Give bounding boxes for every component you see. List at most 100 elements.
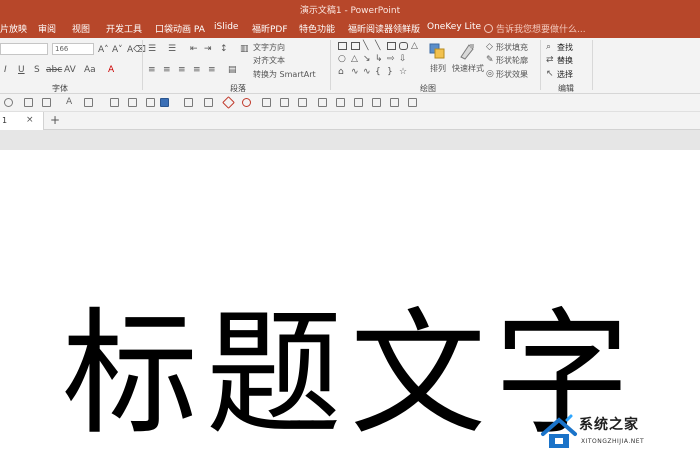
shadow-icon[interactable]: S xyxy=(34,65,40,75)
shape-brace-left-icon[interactable]: { xyxy=(375,67,381,77)
divider xyxy=(540,40,541,90)
shape-triangle-icon[interactable]: △ xyxy=(411,41,418,51)
font-size-box[interactable]: 166 xyxy=(52,43,94,55)
font-color-icon[interactable]: A xyxy=(108,65,114,75)
paragraph-columns-icon[interactable]: ▤ xyxy=(228,65,237,75)
shape-elbow-icon[interactable]: ↘ xyxy=(363,54,371,64)
qat-crop-icon[interactable] xyxy=(204,98,213,107)
bullets-icon[interactable]: ☰ xyxy=(148,44,156,54)
shape-line-icon[interactable]: ╲ xyxy=(363,41,368,51)
align-text-button[interactable]: 对齐文本 xyxy=(253,55,285,66)
qat-diamond-icon[interactable] xyxy=(222,96,235,109)
find-icon[interactable]: ⌕ xyxy=(546,42,551,52)
qat-table-icon[interactable] xyxy=(110,98,119,107)
tab-foxit-reader[interactable]: 福昕阅读器领鲜版 xyxy=(348,22,420,35)
char-spacing-icon[interactable]: AV xyxy=(64,65,76,75)
replace-icon[interactable]: ⇄ xyxy=(546,55,554,65)
shape-freeform-icon[interactable]: ⌂ xyxy=(338,67,344,77)
shape-elbow2-icon[interactable]: ↳ xyxy=(375,54,383,64)
justify-icon[interactable]: ≡ xyxy=(193,65,201,75)
align-center-icon[interactable]: ≡ xyxy=(163,65,171,75)
qat-shape-icon[interactable] xyxy=(4,98,13,107)
underline-icon[interactable]: U xyxy=(18,65,25,75)
select-icon[interactable]: ↖ xyxy=(546,69,554,79)
replace-button[interactable]: 替换 xyxy=(557,55,573,66)
decrease-font-icon[interactable]: A˅ xyxy=(112,45,123,55)
shape-arrow-down-icon[interactable]: ⇩ xyxy=(399,54,407,64)
document-tab[interactable]: 1 × xyxy=(0,112,44,130)
shape-effects-icon[interactable]: ◎ xyxy=(486,69,494,79)
tab-foxit-pdf[interactable]: 福昕PDF xyxy=(252,22,288,35)
qat-tool4-icon[interactable] xyxy=(318,98,327,107)
divider xyxy=(592,40,593,90)
shape-textbox-v-icon[interactable] xyxy=(351,42,360,50)
shape-arrow-right-icon[interactable]: ⇨ xyxy=(387,54,395,64)
change-case-icon[interactable]: Aa xyxy=(84,65,96,75)
qat-color-icon[interactable] xyxy=(160,98,169,107)
columns-icon[interactable]: ▥ xyxy=(240,44,249,54)
shape-triangle2-icon[interactable]: △ xyxy=(351,54,358,64)
find-button[interactable]: 查找 xyxy=(557,42,573,53)
add-tab-icon[interactable]: + xyxy=(50,114,60,126)
qat-font-color-icon[interactable]: A xyxy=(66,98,75,107)
numbering-icon[interactable]: ☰ xyxy=(168,44,176,54)
tab-view[interactable]: 视图 xyxy=(72,22,90,35)
qat-tool3-icon[interactable] xyxy=(298,98,307,107)
qat-tool5-icon[interactable] xyxy=(336,98,345,107)
shape-fill-button[interactable]: 形状填充 xyxy=(496,42,528,53)
tab-pocket-animation[interactable]: 口袋动画 PA xyxy=(155,22,205,35)
qat-align-icon[interactable] xyxy=(128,98,137,107)
arrange-icon[interactable] xyxy=(428,42,446,60)
shape-curve-icon[interactable]: ∿ xyxy=(351,67,359,77)
shape-textbox-icon[interactable] xyxy=(338,42,347,50)
close-icon[interactable]: × xyxy=(26,115,34,125)
qat-tool9-icon[interactable] xyxy=(408,98,417,107)
qat-tool1-icon[interactable] xyxy=(262,98,271,107)
distributed-icon[interactable]: ≡ xyxy=(208,65,216,75)
quick-styles-icon[interactable] xyxy=(458,42,476,60)
shape-arrow-icon[interactable]: ╲ xyxy=(375,41,380,51)
shape-brace-right-icon[interactable]: } xyxy=(387,67,393,77)
shape-rect-icon[interactable] xyxy=(387,42,396,50)
tab-review[interactable]: 审阅 xyxy=(38,22,56,35)
shape-rounded-rect-icon[interactable] xyxy=(399,42,408,50)
increase-font-icon[interactable]: A˄ xyxy=(98,45,109,55)
text-direction-button[interactable]: 文字方向 xyxy=(253,42,285,53)
shape-effects-button[interactable]: 形状效果 xyxy=(496,69,528,80)
tell-me-box[interactable]: 告诉我您想要做什么... xyxy=(484,22,586,35)
tab-slideshow[interactable]: 片放映 xyxy=(0,22,27,35)
italic-icon[interactable]: I xyxy=(4,65,7,75)
convert-smartart-button[interactable]: 转换为 SmartArt xyxy=(253,69,316,80)
shape-scribble-icon[interactable]: ∿ xyxy=(363,67,371,77)
select-button[interactable]: 选择 xyxy=(557,69,573,80)
clear-format-icon[interactable]: A⌫ xyxy=(127,45,146,55)
shape-fill-icon[interactable]: ◇ xyxy=(486,42,493,52)
line-spacing-icon[interactable]: ↕ xyxy=(220,44,228,54)
qat-tool7-icon[interactable] xyxy=(372,98,381,107)
font-name-box[interactable] xyxy=(0,43,48,55)
shape-outline-button[interactable]: 形状轮廓 xyxy=(496,55,528,66)
shape-star-icon[interactable]: ☆ xyxy=(399,67,407,77)
increase-indent-icon[interactable]: ⇥ xyxy=(204,44,212,54)
align-left-icon[interactable]: ≡ xyxy=(148,65,156,75)
shape-circle-icon[interactable]: ○ xyxy=(338,54,346,64)
qat-tool2-icon[interactable] xyxy=(280,98,289,107)
arrange-label[interactable]: 排列 xyxy=(430,63,446,74)
decrease-indent-icon[interactable]: ⇤ xyxy=(190,44,198,54)
strikethrough-icon[interactable]: abc xyxy=(46,65,62,75)
qat-group-icon[interactable] xyxy=(146,98,155,107)
tab-special-features[interactable]: 特色功能 xyxy=(299,22,335,35)
qat-tool6-icon[interactable] xyxy=(354,98,363,107)
qat-outline-icon[interactable] xyxy=(42,98,51,107)
tab-developer[interactable]: 开发工具 xyxy=(106,22,142,35)
shape-outline-icon[interactable]: ✎ xyxy=(486,55,494,65)
qat-picture-icon[interactable] xyxy=(184,98,193,107)
qat-tool8-icon[interactable] xyxy=(390,98,399,107)
align-right-icon[interactable]: ≡ xyxy=(178,65,186,75)
qat-fill-icon[interactable] xyxy=(24,98,33,107)
quick-styles-label[interactable]: 快速样式 xyxy=(452,63,484,74)
tab-onekey-lite[interactable]: OneKey Lite xyxy=(427,22,481,32)
tab-islide[interactable]: iSlide xyxy=(214,22,238,32)
qat-target-icon[interactable] xyxy=(242,98,251,107)
qat-highlight-icon[interactable] xyxy=(84,98,93,107)
